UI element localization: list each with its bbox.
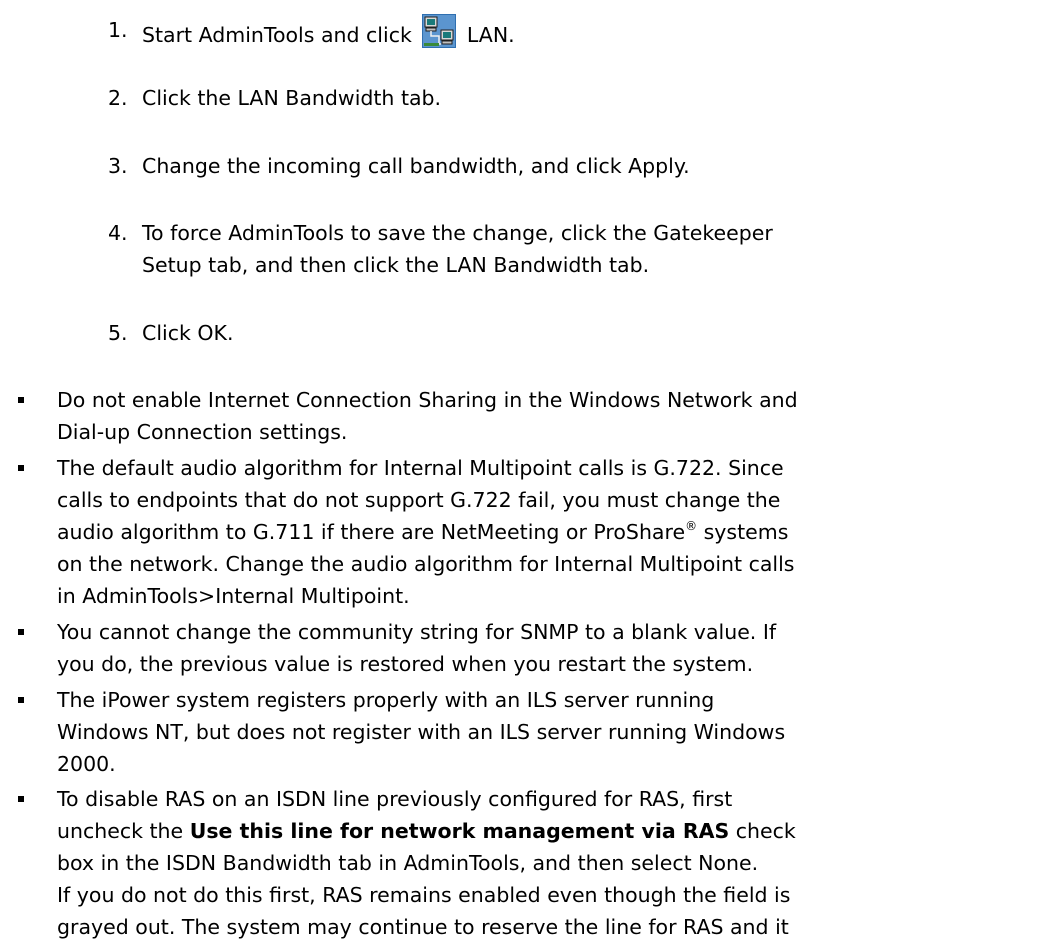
step-number: 4. [108, 221, 128, 245]
bullet-text-line: Dial-up Connection settings. [57, 420, 348, 444]
step-number: 5. [108, 321, 128, 345]
bullet-text-line: you do, the previous value is restored w… [57, 652, 754, 676]
registered-mark: ® [685, 519, 698, 533]
bullet-text-line: Windows NT, but does not register with a… [57, 720, 786, 744]
step-text-line: To force AdminTools to save the change, … [142, 221, 773, 245]
bullet-text-line: The iPower system registers properly wit… [57, 688, 715, 712]
document-page: 1. Start AdminTools and click LAN. 2. Cl… [0, 0, 1043, 939]
bullet-text-line: grayed out. The system may continue to r… [57, 915, 789, 939]
bullet-text-line: 2000. [57, 752, 116, 776]
step-text: Click the LAN Bandwidth tab. [142, 86, 442, 110]
bullet-text-line: The default audio algorithm for Internal… [57, 456, 784, 480]
bullet-text-line: audio algorithm to G.711 if there are Ne… [57, 520, 686, 544]
bullet-text-line: If you do not do this first, RAS remains… [57, 883, 791, 907]
step-number: 3. [108, 154, 128, 178]
bullet-text-line: box in the ISDN Bandwidth tab in AdminTo… [57, 851, 759, 875]
bullet-text-line: in AdminTools>Internal Multipoint. [57, 584, 410, 608]
bullet-marker [18, 397, 24, 403]
bullet-text-line: systems [697, 520, 789, 544]
bullet-marker [18, 629, 24, 635]
bullet-text-line: check [729, 819, 796, 843]
bullet-marker [18, 697, 24, 703]
bullet-marker [18, 465, 24, 471]
bullet-marker [18, 796, 24, 802]
step-number: 2. [108, 86, 128, 110]
step-text: Click OK. [142, 321, 234, 345]
bullet-text-line: calls to endpoints that do not support G… [57, 488, 781, 512]
step-number: 1. [108, 18, 128, 42]
checkbox-label-reference: Use this line for network management via… [189, 819, 730, 843]
step-text: Start AdminTools and click [142, 23, 412, 47]
step-text: LAN. [466, 23, 515, 47]
bullet-text-line: Do not enable Internet Connection Sharin… [57, 388, 798, 412]
bullet-text-line: uncheck the [57, 819, 190, 843]
bullet-text-line: You cannot change the community string f… [57, 620, 777, 644]
step-text-line: Setup tab, and then click the LAN Bandwi… [142, 253, 650, 277]
lan-network-icon [422, 14, 457, 48]
bullet-text-line: To disable RAS on an ISDN line previousl… [57, 787, 733, 811]
bullet-text-line: on the network. Change the audio algorit… [57, 552, 795, 576]
step-text: Change the incoming call bandwidth, and … [142, 154, 690, 178]
